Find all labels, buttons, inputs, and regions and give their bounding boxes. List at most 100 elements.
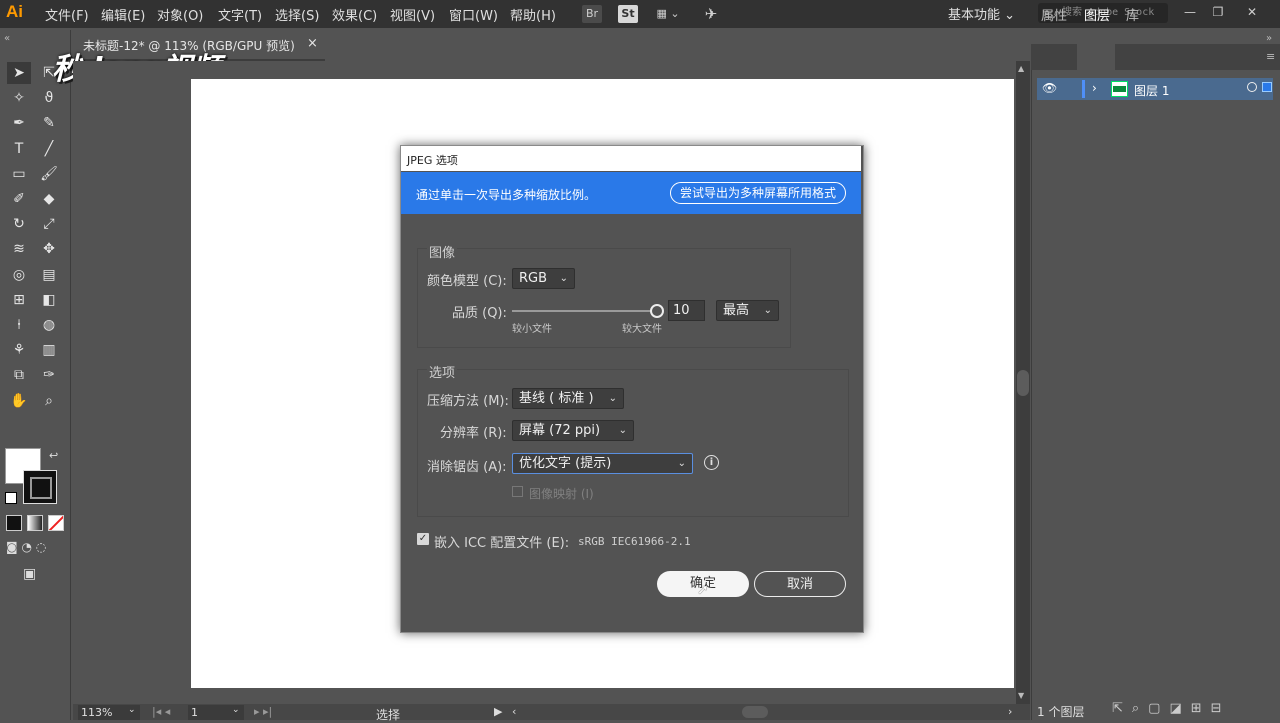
layer-panel-actions[interactable]: ⇱⌕▢◪⊞⊟ [1112, 701, 1231, 716]
magic-wand-tool-icon[interactable]: ✧ [7, 87, 31, 109]
curvature-tool-icon[interactable]: ✎ [37, 112, 61, 134]
export-for-screens-button[interactable]: 尝试导出为多种屏幕所用格式 [670, 182, 846, 204]
column-graph-tool-icon[interactable]: ▥ [37, 339, 61, 361]
bridge-button[interactable]: Br [582, 5, 602, 23]
rectangle-tool-icon[interactable]: ▭ [7, 163, 31, 185]
type-tool-icon[interactable]: T [7, 138, 31, 160]
antialias-select[interactable]: 优化文字 (提示) ⌄ [512, 453, 693, 474]
collapse-panel-icon[interactable]: « [4, 33, 10, 44]
gpu-performance-icon[interactable]: ✈ [700, 5, 722, 23]
quality-input[interactable]: 10 [668, 300, 705, 321]
gradient-tool-icon[interactable]: ◧ [37, 289, 61, 311]
scroll-up-icon[interactable]: ▲ [1018, 64, 1024, 73]
compression-select[interactable]: 基线 ( 标准 ) ⌄ [512, 388, 624, 409]
arrange-documents-icon[interactable]: ▦ ⌄ [650, 5, 686, 23]
close-icon[interactable]: ✕ [1242, 3, 1262, 21]
puppet-warp-tool-icon[interactable]: ✥ [37, 238, 61, 260]
hand-tool-icon[interactable]: ✋ [7, 390, 31, 412]
minimize-icon[interactable]: — [1180, 3, 1200, 21]
shape-builder-tool-icon[interactable]: ◎ [7, 264, 31, 286]
scroll-down-icon[interactable]: ▼ [1018, 691, 1024, 700]
stroke-swatch[interactable] [23, 470, 57, 504]
artboard-prev-icons[interactable]: |◂ ◂ [152, 705, 170, 718]
hscroll-left-icon[interactable]: ‹ [512, 705, 516, 718]
menu-item-3[interactable]: 文字(T) [218, 5, 262, 24]
workspace-switcher[interactable]: 基本功能 ⌄ [948, 4, 1015, 23]
menu-item-8[interactable]: 帮助(H) [510, 5, 556, 24]
color-model-label: 颜色模型 (C): [427, 274, 507, 289]
draw-normal-icon[interactable]: ◙ ◔ ◌ [6, 540, 46, 554]
eraser-tool-icon[interactable]: ◆ [37, 188, 61, 210]
tab-libraries[interactable]: 库 [1126, 5, 1139, 24]
shaper-tool-icon[interactable]: ✐ [7, 188, 31, 210]
quality-slider-knob[interactable] [650, 304, 664, 318]
layer-thumbnail [1111, 81, 1128, 97]
vertical-scroll-thumb[interactable] [1017, 370, 1029, 396]
swap-fill-stroke-icon[interactable]: ↩ [49, 449, 58, 462]
dialog-title-bar[interactable]: JPEG 选项 [401, 146, 861, 171]
chevron-down-icon: ⌄ [608, 393, 617, 404]
horizontal-scroll-thumb[interactable] [742, 706, 768, 718]
line-tool-icon[interactable]: ╱ [37, 138, 61, 160]
none-mode-icon[interactable] [48, 515, 64, 531]
color-model-value: RGB [519, 271, 548, 286]
menu-item-6[interactable]: 视图(V) [390, 5, 435, 24]
menu-item-2[interactable]: 对象(O) [157, 5, 203, 24]
menu-item-5[interactable]: 效果(C) [332, 5, 377, 24]
perspective-grid-tool-icon[interactable]: ▤ [37, 264, 61, 286]
menu-item-1[interactable]: 编辑(E) [101, 5, 145, 24]
quality-preset-select[interactable]: 最高 ⌄ [716, 300, 779, 321]
slice-tool-icon[interactable]: ✑ [37, 364, 61, 386]
symbol-sprayer-tool-icon[interactable]: ⚘ [7, 339, 31, 361]
info-icon[interactable]: i [704, 455, 719, 470]
tab-properties[interactable]: 属性 [1041, 5, 1067, 24]
blend-tool-icon[interactable]: ◍ [37, 314, 61, 336]
scale-tool-icon[interactable]: ⤢ [37, 213, 61, 235]
target-icon[interactable] [1247, 82, 1257, 92]
resolution-select[interactable]: 屏幕 (72 ppi) ⌄ [512, 420, 634, 441]
lasso-tool-icon[interactable]: ϑ [37, 87, 61, 109]
selection-tool-icon[interactable]: ➤ [7, 62, 31, 84]
menu-item-4[interactable]: 选择(S) [275, 5, 319, 24]
rotate-tool-icon[interactable]: ↻ [7, 213, 31, 235]
banner-text: 通过单击一次导出多种缩放比例。 [416, 188, 597, 202]
close-tab-icon[interactable]: × [307, 36, 318, 51]
mesh-tool-icon[interactable]: ⊞ [7, 289, 31, 311]
color-model-select[interactable]: RGB ⌄ [512, 268, 575, 289]
hscroll-right-icon[interactable]: › [1008, 705, 1012, 718]
collapse-panels-icon[interactable]: » [1266, 33, 1272, 44]
restore-icon[interactable]: ❐ [1208, 3, 1228, 21]
cancel-button[interactable]: 取消 [754, 571, 846, 597]
menu-item-7[interactable]: 窗口(W) [449, 5, 498, 24]
image-section-title: 图像 [427, 242, 458, 261]
stock-button[interactable]: St [618, 5, 638, 23]
visibility-eye-icon[interactable]: 👁 [1042, 81, 1057, 95]
menu-item-0[interactable]: 文件(F) [45, 5, 89, 24]
artboard-tool-icon[interactable]: ⧉ [7, 364, 31, 386]
chevron-down-icon: ⌄ [559, 273, 568, 284]
zoom-select[interactable]: 113% ⌄ [78, 705, 140, 720]
artboard-select[interactable]: 1 ⌄ [188, 705, 244, 720]
zoom-value: 113% [81, 706, 113, 719]
selection-indicator-icon[interactable] [1262, 82, 1272, 92]
gradient-mode-icon[interactable] [27, 515, 43, 531]
panel-menu-icon[interactable]: ≡ [1266, 50, 1275, 63]
chevron-down-icon: ⌄ [618, 425, 627, 436]
compression-label: 压缩方法 (M): [427, 394, 509, 409]
expand-layer-icon[interactable]: › [1092, 81, 1097, 95]
status-menu-icon[interactable]: ▶ [494, 705, 502, 718]
artboard-next-icons[interactable]: ▸ ▸| [254, 705, 272, 718]
layer-name[interactable]: 图层 1 [1134, 82, 1169, 99]
width-tool-icon[interactable]: ≋ [7, 238, 31, 260]
zoom-tool-icon[interactable]: ⌕ [37, 390, 61, 412]
tab-layers[interactable]: 图层 [1084, 5, 1110, 24]
quality-slider[interactable] [512, 310, 656, 312]
pen-tool-icon[interactable]: ✒ [7, 112, 31, 134]
paintbrush-tool-icon[interactable]: 🖌 [37, 163, 61, 185]
default-colors-icon[interactable] [5, 492, 17, 504]
screen-mode-icon[interactable]: ▣ [23, 566, 36, 582]
eyedropper-tool-icon[interactable]: ⍿ [7, 314, 31, 336]
color-mode-icon[interactable] [6, 515, 22, 531]
dialog-title: JPEG 选项 [407, 154, 458, 167]
embed-icc-checkbox[interactable]: ✓ [417, 533, 429, 545]
